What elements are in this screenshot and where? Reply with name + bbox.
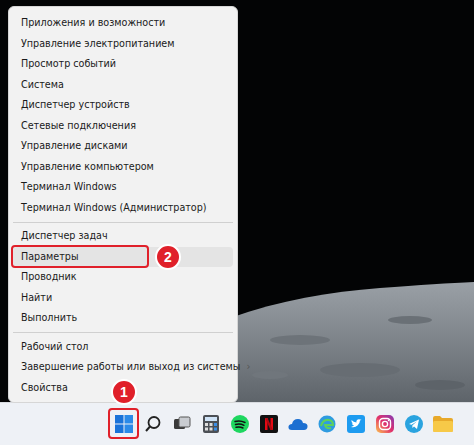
menu-item[interactable]: Диспетчер устройств [13,95,233,116]
menu-item[interactable]: Терминал Windows [13,177,233,198]
instagram-button[interactable] [372,411,398,437]
search-icon [144,415,162,433]
task-view-button[interactable] [169,411,195,437]
start-button[interactable] [111,411,137,437]
menu-item[interactable]: Просмотр событий [13,54,233,75]
search-button[interactable] [140,411,166,437]
menu-item[interactable]: Приложения и возможности [13,13,233,34]
menu-item[interactable]: Диспетчер задач [13,226,233,247]
menu-item[interactable]: Управление компьютером [13,157,233,178]
telegram-icon [405,415,423,433]
onedrive-icon [288,417,308,431]
menu-item[interactable]: Терминал Windows (Администратор) [13,198,233,219]
taskbar [0,402,474,445]
twitter-icon [347,415,365,433]
menu-item[interactable]: Выполнить [13,308,233,329]
menu-item[interactable]: Управление электропитанием [13,34,233,55]
telegram-button[interactable] [401,411,427,437]
task-view-icon [173,415,191,433]
menu-item[interactable]: Завершение работы или выход из системы› [13,357,233,378]
twitter-button[interactable] [343,411,369,437]
menu-item[interactable]: Управление дисками [13,136,233,157]
spotify-icon [231,415,249,433]
netflix-icon [260,415,278,433]
folder-icon [433,416,453,432]
spotify-button[interactable] [227,411,253,437]
instagram-icon [376,415,394,433]
start-highlight [108,408,139,439]
calculator-icon [203,415,219,433]
edge-button[interactable] [314,411,340,437]
edge-icon [318,415,336,433]
menu-item[interactable]: Рабочий стол [13,337,233,358]
onedrive-button[interactable] [285,411,311,437]
annotation-badge: 2 [155,244,181,270]
menu-item[interactable]: Параметры [13,247,233,268]
menu-item[interactable]: Система [13,75,233,96]
annotation-badge: 1 [111,379,137,405]
selected-highlight [11,245,149,269]
menu-separator [13,222,233,223]
menu-separator [13,332,233,333]
netflix-button[interactable] [256,411,282,437]
folder-button[interactable] [430,411,456,437]
menu-item[interactable]: Сетевые подключения [13,116,233,137]
calculator-button[interactable] [198,411,224,437]
context-menu: Приложения и возможностиУправление элект… [8,6,238,403]
submenu-arrow-icon: › [240,360,250,375]
menu-item[interactable]: Проводник [13,267,233,288]
menu-item[interactable]: Найти [13,288,233,309]
start-icon [115,415,133,433]
